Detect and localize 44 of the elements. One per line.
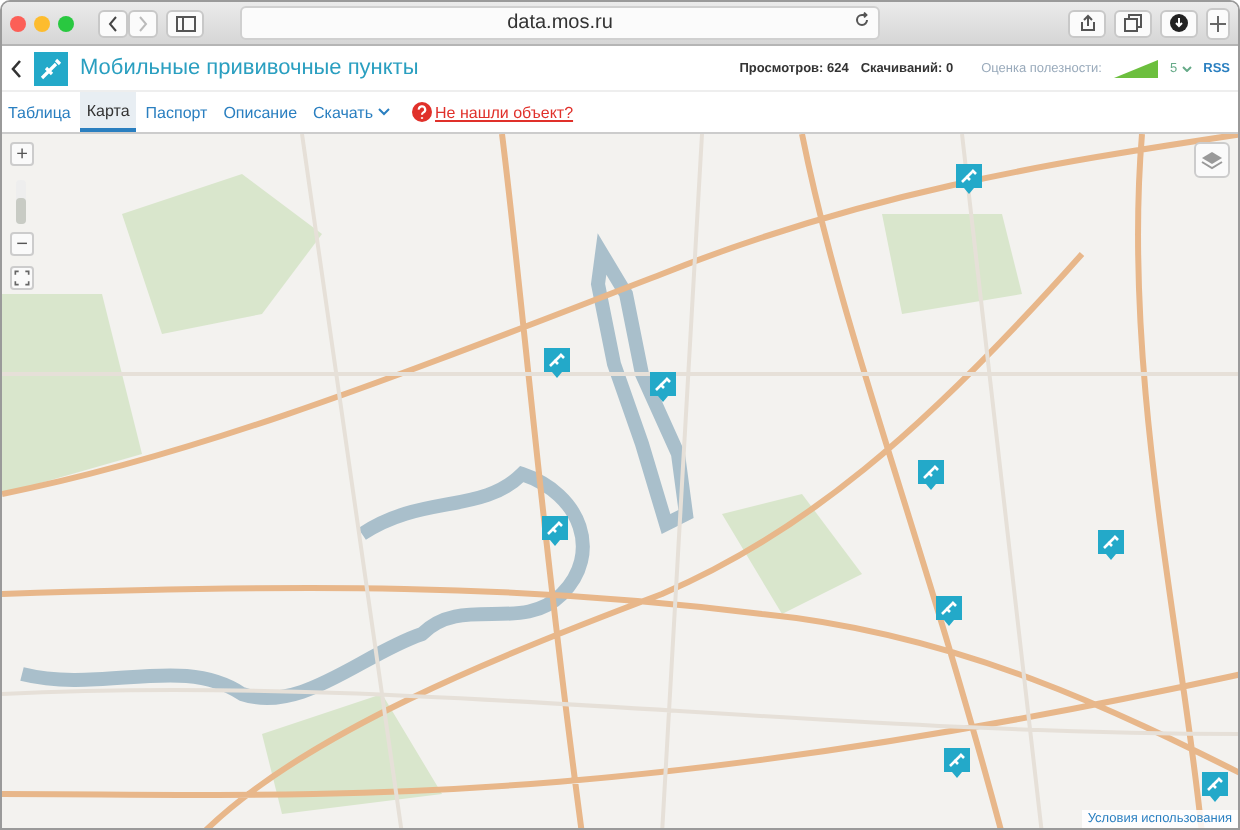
map-marker-icon[interactable] [918, 460, 944, 490]
report-missing-link[interactable]: Не нашли объект? [435, 103, 574, 121]
map-marker-icon[interactable] [936, 596, 962, 626]
map-marker-icon[interactable] [544, 348, 570, 378]
tab[interactable]: Описание [217, 92, 304, 132]
syringe-logo-icon [34, 51, 68, 85]
layers-icon[interactable] [1194, 142, 1230, 178]
plus-icon [1210, 15, 1226, 31]
tab[interactable]: Карта [80, 92, 136, 132]
back-icon[interactable] [10, 59, 22, 77]
map-marker-icon[interactable] [650, 372, 676, 402]
sidebar-icon [175, 15, 195, 31]
map-marker-icon[interactable] [1202, 772, 1228, 802]
map-marker-icon[interactable] [956, 164, 982, 194]
tabs-button[interactable] [1114, 9, 1152, 37]
download-icon [1170, 14, 1188, 32]
sidebar-button[interactable] [166, 9, 204, 37]
share-icon [1079, 14, 1095, 32]
dataset-title: Мобильные прививочные пункты [80, 56, 421, 80]
back-button[interactable] [98, 9, 128, 37]
forward-icon [138, 15, 148, 31]
caret-icon [377, 108, 390, 116]
downloads-button[interactable] [1160, 9, 1198, 37]
zoom-out-button[interactable]: − [10, 232, 34, 256]
map-marker-icon[interactable] [944, 748, 970, 778]
tab[interactable]: Таблица [2, 92, 77, 132]
tab[interactable]: Паспорт [139, 92, 214, 132]
help-icon[interactable] [411, 102, 432, 122]
rating-wedge-icon [1114, 59, 1158, 77]
zoom-in-button[interactable]: + [10, 142, 34, 166]
download-tab[interactable]: Скачать [307, 92, 396, 132]
share-button[interactable] [1068, 9, 1106, 37]
zoom-slider-fill[interactable] [16, 197, 26, 224]
close-icon[interactable] [10, 15, 26, 31]
new-tab-button[interactable] [1206, 7, 1230, 39]
fullscreen-icon[interactable] [10, 266, 34, 290]
map-marker-icon[interactable] [542, 516, 568, 546]
back-icon [108, 15, 118, 31]
tabs-icon [1124, 14, 1142, 32]
reload-icon[interactable] [854, 12, 870, 28]
maximize-icon[interactable] [58, 15, 74, 31]
map-marker-icon[interactable] [1098, 530, 1124, 560]
address-field[interactable]: data.mos.ru [240, 6, 880, 40]
caret-icon [1181, 65, 1192, 71]
